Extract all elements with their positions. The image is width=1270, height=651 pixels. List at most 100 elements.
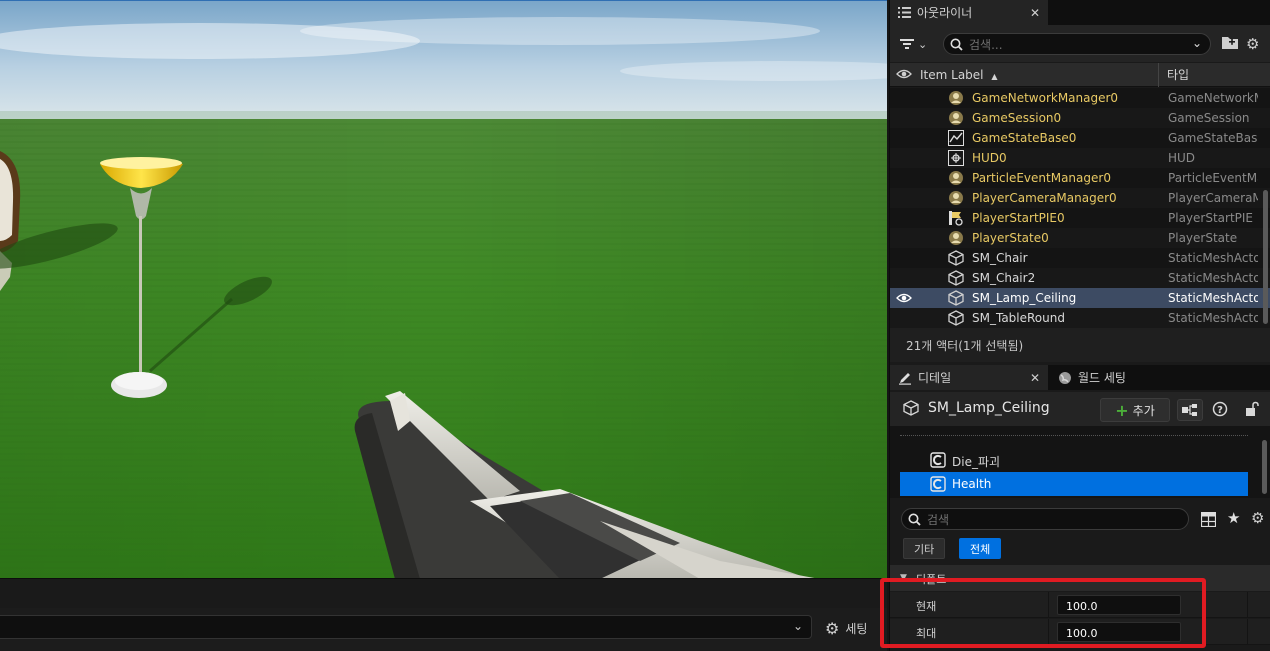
property-row-max: 최대 [890, 619, 1270, 645]
actor-icon [948, 90, 964, 106]
filter-tab-misc[interactable]: 기타 [903, 538, 946, 559]
component-label: Die_파괴 [952, 455, 1001, 469]
chevron-down-icon[interactable]: ⌄ [1192, 36, 1202, 50]
outliner-scrollbar[interactable] [1263, 190, 1268, 324]
blueprint-button[interactable] [1177, 399, 1203, 421]
property-name: 현재 [916, 600, 937, 613]
level-viewport[interactable] [0, 0, 887, 578]
outliner-row-type: StaticMeshActor [1168, 291, 1258, 305]
current-value-input[interactable] [1057, 595, 1181, 615]
category-default-header[interactable]: ▼ 디폴트 [890, 565, 1270, 591]
gear-icon: ⚙ [1246, 35, 1260, 53]
static-mesh-icon [948, 290, 964, 306]
outliner-settings-button[interactable]: ⚙ [1246, 35, 1264, 53]
component-label: Health [952, 477, 992, 491]
bottom-settings-label: 세팅 [845, 621, 868, 636]
outliner-list: GameNetworkManager0GameNetworkManagerGam… [890, 88, 1270, 328]
outliner-row[interactable]: ParticleEventManager0 ParticleEventManage… [890, 168, 1270, 188]
outliner-row[interactable]: SM_Lamp_Ceiling StaticMeshActor [890, 288, 1270, 308]
visibility-eye-icon[interactable] [896, 291, 912, 308]
outliner-row[interactable]: SM_Chair StaticMeshActor [890, 248, 1270, 268]
help-icon[interactable]: ? [1212, 401, 1228, 417]
table-view-icon[interactable] [1201, 512, 1216, 527]
selected-actor-name: SM_Lamp_Ceiling [928, 400, 1050, 416]
tab-details[interactable]: 디테일 ✕ [890, 365, 1048, 390]
details-search-row: 검색 ★ ⚙ [890, 505, 1270, 533]
outliner-row[interactable]: PlayerCameraManager0 PlayerCameraManager [890, 188, 1270, 208]
static-mesh-icon [948, 250, 964, 266]
max-value-input[interactable] [1057, 622, 1181, 642]
pencil-icon [899, 372, 911, 385]
outliner-status-text: 21개 액터(1개 선택됨) [890, 328, 1270, 362]
outliner-row-label: PlayerStartPIE0 [972, 211, 1065, 225]
outliner-row-type: PlayerStartPIE [1168, 211, 1254, 225]
actor-icon [948, 170, 964, 186]
gear-icon: ⚙ [825, 618, 840, 638]
column-type[interactable]: 타입 [1158, 63, 1258, 87]
bottom-dropdown[interactable]: ⌄ [0, 615, 812, 639]
column-item-label-text: Item Label [920, 68, 984, 82]
details-search-placeholder: 검색 [927, 512, 950, 527]
new-folder-button[interactable] [1222, 35, 1240, 53]
filter-icon [900, 39, 914, 49]
outliner-row[interactable]: PlayerStartPIE0 PlayerStartPIE [890, 208, 1270, 228]
outliner-row-label: SM_Chair2 [972, 271, 1036, 285]
favorite-star-icon[interactable]: ★ [1227, 510, 1243, 526]
outliner-row[interactable]: GameNetworkManager0 GameNetworkManager [890, 88, 1270, 108]
outliner-search-input[interactable]: 검색... ⌄ [943, 33, 1211, 55]
details-tab-bar: 디테일 ✕ 월드 세팅 [890, 365, 1270, 390]
outliner-row[interactable]: PlayerState0 PlayerState [890, 228, 1270, 248]
unlock-icon[interactable] [1244, 401, 1260, 417]
filter-button[interactable]: ⌄ [900, 35, 936, 53]
divider [1247, 619, 1248, 645]
outliner-column-header: Item Label ▲ 타입 [890, 63, 1270, 87]
bottom-toolbar: ⌄ ⚙ 세팅 [0, 608, 887, 651]
component-row[interactable]: Health [900, 472, 1248, 496]
filter-tab-all[interactable]: 전체 [959, 538, 1002, 559]
add-component-label: 추가 [1132, 403, 1155, 418]
bottom-settings-button[interactable]: ⚙ 세팅 [825, 617, 867, 639]
outliner-row-type: StaticMeshActor [1168, 311, 1258, 325]
component-row[interactable]: Die_파괴 [900, 448, 1248, 472]
hud-icon [948, 150, 964, 166]
category-label: 디폴트 [916, 573, 947, 586]
visibility-eye-icon[interactable] [896, 67, 912, 81]
outliner-row-label: SM_Chair [972, 251, 1028, 265]
folder-add-icon [1222, 37, 1238, 49]
add-component-button[interactable]: + 추가 [1100, 398, 1170, 422]
collapse-arrow-icon: ▼ [900, 573, 907, 583]
divider [1247, 592, 1248, 618]
outliner-row-label: PlayerState0 [972, 231, 1049, 245]
details-search-input[interactable]: 검색 [901, 508, 1189, 530]
gear-icon[interactable]: ⚙ [1251, 510, 1267, 526]
tab-world-settings[interactable]: 월드 세팅 [1050, 365, 1170, 390]
static-mesh-icon [948, 270, 964, 286]
outliner-row[interactable]: HUD0 HUD [890, 148, 1270, 168]
divider [1048, 592, 1049, 618]
search-icon [908, 513, 921, 526]
outliner-row-type: GameNetworkManager [1168, 91, 1258, 105]
details-filter-tabs: 기타 전체 [890, 538, 1270, 562]
actor-icon [948, 230, 964, 246]
outliner-row-label: GameSession0 [972, 111, 1062, 125]
close-icon[interactable]: ✕ [1030, 371, 1040, 385]
outliner-row-label: GameStateBase0 [972, 131, 1077, 145]
tab-outliner-label: 아웃라이너 [917, 6, 973, 20]
chevron-down-icon: ⌄ [792, 619, 803, 633]
outliner-row-type: PlayerState [1168, 231, 1238, 245]
outliner-row-label: GameNetworkManager0 [972, 91, 1119, 105]
outliner-row-type: StaticMeshActor [1168, 271, 1258, 285]
close-icon[interactable]: ✕ [1030, 6, 1040, 20]
outliner-search-placeholder: 검색... [969, 37, 1003, 52]
actor-icon [948, 110, 964, 126]
outliner-row[interactable]: GameSession0 GameSession [890, 108, 1270, 128]
outliner-row[interactable]: GameStateBase0 GameStateBase [890, 128, 1270, 148]
components-divider [900, 426, 1248, 436]
plus-icon: + [1115, 400, 1129, 420]
outliner-row[interactable]: SM_TableRound StaticMeshActor [890, 308, 1270, 328]
components-scrollbar[interactable] [1262, 440, 1267, 494]
column-item-label[interactable]: Item Label ▲ [920, 68, 998, 82]
outliner-row[interactable]: SM_Chair2 StaticMeshActor [890, 268, 1270, 288]
tab-details-label: 디테일 [918, 371, 952, 385]
tab-outliner[interactable]: 아웃라이너 ✕ [890, 0, 1048, 25]
